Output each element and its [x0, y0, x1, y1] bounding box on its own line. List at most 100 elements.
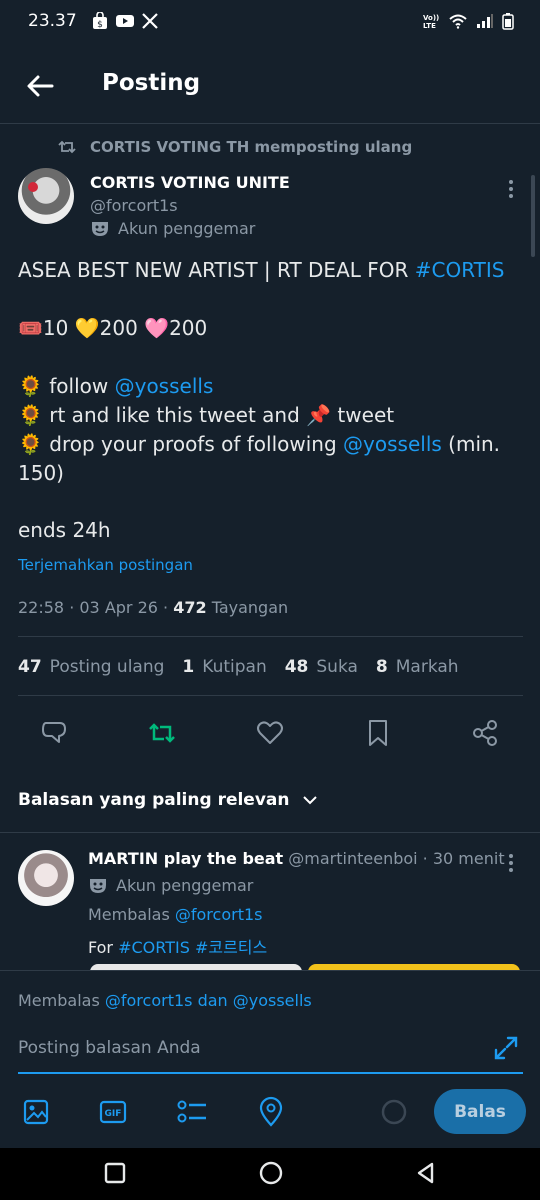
composer-replying-to: Membalas @forcort1s dan @yossells — [18, 991, 312, 1010]
stat-label: Kutipan — [202, 657, 267, 677]
stat-likes[interactable]: 48 Suka — [285, 657, 358, 677]
stat-bookmarks[interactable]: 8 Markah — [376, 657, 459, 677]
reply-author-name[interactable]: MARTIN play the beat — [88, 849, 283, 868]
mention-link[interactable]: @yossells — [343, 432, 442, 456]
fan-account-badge: Akun penggemar — [88, 876, 253, 895]
reply-author-avatar[interactable] — [18, 850, 74, 906]
post-actions — [0, 712, 540, 754]
post-rule-1: 🌻 follow @yossells — [18, 372, 524, 401]
repost-text: CORTIS VOTING TH memposting ulang — [90, 138, 413, 156]
expand-icon[interactable] — [492, 1034, 520, 1062]
input-underline — [18, 1072, 523, 1074]
hashtag-link[interactable]: #CORTIS — [415, 258, 505, 282]
theater-mask-icon — [92, 221, 108, 236]
sort-label: Balasan yang paling relevan — [18, 790, 290, 810]
post-line-deal: 🎟️10 💛200 🩷200 — [18, 314, 524, 343]
stat-quotes[interactable]: 1 Kutipan — [182, 657, 266, 677]
reply-time: · 30 menit — [417, 849, 505, 868]
volte-icon: Vo))LTE — [423, 14, 439, 30]
reply-sort-dropdown[interactable]: Balasan yang paling relevan — [18, 790, 318, 810]
scrollbar[interactable] — [531, 175, 535, 257]
x-logo-icon — [142, 13, 158, 29]
wifi-icon — [449, 14, 467, 29]
repost-active-icon[interactable] — [147, 720, 177, 746]
view-count[interactable]: 472 — [173, 598, 206, 617]
svg-text:Vo)): Vo)) — [423, 14, 439, 22]
reply-submit-button[interactable]: Balas — [434, 1089, 526, 1134]
views-label: Tayangan — [206, 598, 289, 617]
avatar-detail — [28, 182, 38, 192]
theater-mask-icon — [90, 878, 106, 893]
engagement-stats: 47 Posting ulang 1 Kutipan 48 Suka 8 Markah — [18, 657, 477, 677]
post-line-title: ASEA BEST NEW ARTIST | RT DEAL FOR #CORT… — [18, 256, 524, 285]
chevron-down-icon — [302, 796, 317, 805]
stat-label: Suka — [316, 657, 358, 677]
divider — [0, 832, 540, 833]
more-options-icon[interactable] — [500, 178, 522, 200]
poll-icon[interactable] — [176, 1098, 208, 1126]
stat-label: Posting ulang — [49, 657, 165, 677]
pushpin-emoji: 📌 — [306, 403, 332, 427]
hashtag-link[interactable]: #CORTIS #코르티스 — [118, 938, 267, 957]
system-nav-bar — [0, 1148, 540, 1200]
notification-icons: $ — [92, 12, 158, 30]
post-rule-3: 🌻 drop your proofs of following @yossell… — [18, 430, 524, 459]
share-icon[interactable] — [471, 719, 499, 747]
back-nav-icon[interactable] — [414, 1161, 438, 1185]
stat-reposts[interactable]: 47 Posting ulang — [18, 657, 164, 677]
rule-2-tail: tweet — [331, 403, 395, 427]
location-pin-icon[interactable] — [257, 1096, 285, 1128]
reply-author-handle[interactable]: @martinteenboi — [283, 849, 417, 868]
system-icons: Vo)) LTE — [422, 12, 514, 30]
youtube-icon — [116, 15, 134, 27]
author-handle[interactable]: @forcort1s — [90, 196, 178, 215]
status-bar: 23.37 $ Vo)) LTE — [0, 0, 540, 46]
deal-value-2: 200 — [99, 316, 138, 340]
post-ends: ends 24h — [18, 518, 111, 542]
reply-text-prefix: For — [88, 938, 119, 957]
author-avatar[interactable] — [18, 168, 74, 224]
reply-icon[interactable] — [40, 720, 68, 746]
mention-link[interactable]: @forcort1s — [175, 905, 263, 924]
reply-input[interactable]: Posting balasan Anda — [18, 1038, 201, 1058]
svg-text:GIF: GIF — [105, 1109, 122, 1119]
svg-text:LTE: LTE — [423, 22, 436, 30]
post-timestamp: 22:58 · 03 Apr 26 · — [18, 598, 174, 617]
stat-num: 47 — [18, 657, 42, 677]
shopping-bag-icon: $ — [93, 12, 107, 30]
divider — [18, 636, 523, 637]
bookmark-icon[interactable] — [366, 719, 390, 747]
ticket-emoji: 🎟️ — [18, 316, 43, 340]
replying-prefix: Membalas — [88, 905, 175, 924]
stat-num: 48 — [284, 657, 309, 677]
svg-text:$: $ — [97, 20, 103, 30]
signal-icon — [477, 14, 493, 28]
character-count-ring-icon — [381, 1099, 407, 1125]
composer-replying-prefix: Membalas — [18, 991, 105, 1010]
reply-header: MARTIN play the beat @martinteenboi · 30… — [88, 849, 505, 868]
repost-context[interactable]: CORTIS VOTING TH memposting ulang — [58, 138, 412, 156]
recents-icon[interactable] — [104, 1162, 126, 1184]
page-title: Posting — [102, 70, 201, 96]
author-name[interactable]: CORTIS VOTING UNITE — [90, 173, 290, 192]
mention-link[interactable]: @yossells — [115, 374, 214, 398]
back-arrow-icon[interactable] — [22, 68, 58, 104]
image-icon[interactable] — [22, 1098, 50, 1126]
more-options-icon[interactable] — [500, 852, 522, 874]
stat-num: 1 — [182, 657, 195, 677]
stat-num: 8 — [375, 657, 388, 677]
sunflower-emoji: 🌻 — [18, 432, 43, 456]
like-heart-icon[interactable] — [256, 720, 284, 746]
post-meta: 22:58 · 03 Apr 26 · 472 Tayangan — [18, 598, 288, 617]
gif-icon[interactable]: GIF — [99, 1098, 127, 1126]
translate-link[interactable]: Terjemahkan postingan — [18, 556, 193, 574]
composer-replying-users[interactable]: @forcort1s dan @yossells — [105, 991, 312, 1010]
reply-media-preview[interactable] — [88, 962, 522, 972]
post-title-text: ASEA BEST NEW ARTIST | RT DEAL FOR — [18, 258, 415, 282]
sunflower-emoji: 🌻 — [18, 374, 43, 398]
yellow-heart-emoji: 💛 — [74, 316, 100, 340]
home-icon[interactable] — [258, 1160, 284, 1186]
replying-to: Membalas @forcort1s — [88, 905, 262, 924]
fan-badge-label: Akun penggemar — [118, 219, 256, 238]
stat-label: Markah — [395, 657, 459, 677]
